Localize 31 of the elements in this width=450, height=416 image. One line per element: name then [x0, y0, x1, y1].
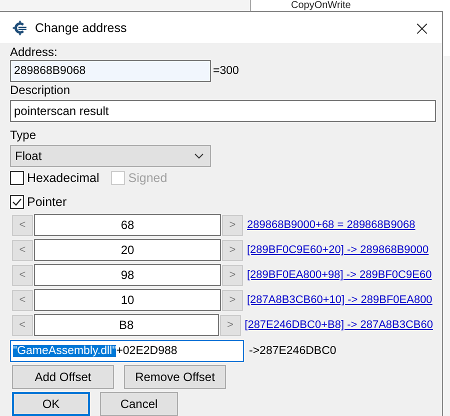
address-label: Address: [10, 45, 58, 60]
offset-field[interactable]: B8 [34, 314, 219, 336]
offset-button[interactable]: Add Offset [12, 365, 114, 389]
pointer-link[interactable]: [287A8B3CB60+10] -> 289BF0EA800 [247, 294, 432, 306]
checkmark-icon [11, 196, 23, 208]
base-address-value: ->287E246DBC0 [249, 345, 336, 357]
dialog-button[interactable]: OK [12, 392, 90, 416]
pointer-link[interactable]: 289868B9000+68 = 289868B9068 [247, 219, 416, 231]
address-field[interactable]: 289868B9068 [10, 60, 211, 82]
chevron-icon [194, 153, 204, 159]
description-field[interactable]: pointerscan result [10, 100, 436, 122]
window-text: CopyOnWrite [291, 0, 351, 11]
type-dropdown[interactable]: Float [10, 145, 211, 167]
offset-button[interactable]: Remove Offset [124, 365, 226, 389]
option-checkbox[interactable]: Hexadecimal [10, 171, 100, 185]
close-button[interactable]: × [402, 12, 442, 43]
offset-field[interactable]: 20 [34, 239, 221, 261]
pointer-checkbox[interactable]: Pointer [10, 195, 433, 209]
type-label: Type [10, 128, 38, 143]
description-label: Description [10, 83, 72, 98]
address-value: =300 [213, 65, 239, 77]
dialog-button[interactable]: Cancel [100, 392, 178, 416]
pointer-link[interactable]: [287E246DBC0+B8] -> 287A8B3CB60 [244, 319, 433, 331]
pointer-link[interactable]: [289BF0C9E60+20] -> 289868B9000 [247, 244, 429, 256]
offset-field[interactable]: 10 [34, 289, 221, 311]
base-address-field[interactable]: "GameAssembly.dll"+02E2D988 [10, 340, 244, 362]
pointer-link[interactable]: [289BF0EA800+98] -> 289BF0C9E60 [247, 269, 432, 281]
cog-icon [12, 20, 28, 36]
offset-field[interactable]: 98 [34, 264, 221, 286]
offset-field[interactable]: 68 [34, 214, 221, 236]
window-title: Change address [35, 20, 128, 34]
